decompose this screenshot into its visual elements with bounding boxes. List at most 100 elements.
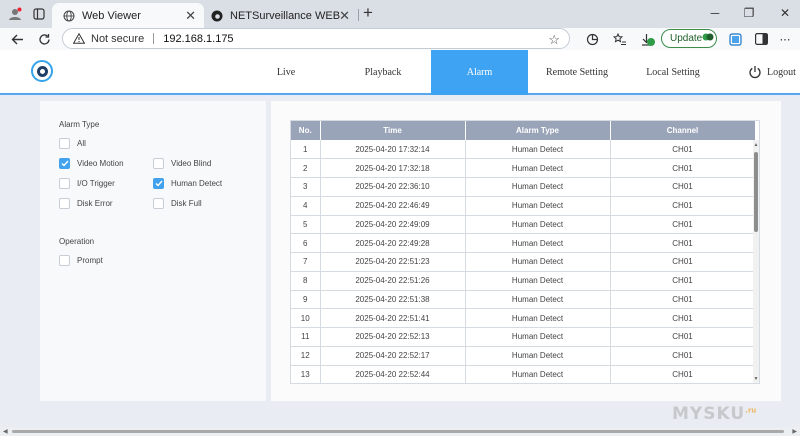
tab-separator (358, 9, 359, 21)
warning-icon[interactable] (73, 33, 85, 45)
cell-time: 2025-04-20 22:52:17 (320, 346, 466, 366)
alarm-type-title: Alarm Type (59, 120, 100, 129)
cell-alarm-type: Human Detect (465, 196, 611, 216)
checkbox-box[interactable] (59, 138, 70, 149)
minimize-icon[interactable]: ─ (702, 4, 728, 22)
cell-time: 2025-04-20 22:52:13 (320, 327, 466, 347)
table-row[interactable]: 4 2025-04-20 22:46:49 Human Detect CH01 (291, 196, 756, 216)
table-row[interactable]: 11 2025-04-20 22:52:13 Human Detect CH01 (291, 327, 756, 347)
checkbox-label: I/O Trigger (77, 179, 115, 188)
url-bar[interactable]: Not secure 192.168.1.175 ☆ (62, 28, 570, 49)
checkbox-box[interactable] (153, 158, 164, 169)
checkbox-box[interactable] (59, 255, 70, 266)
cell-channel: CH01 (610, 290, 756, 310)
cell-time: 2025-04-20 22:51:26 (320, 271, 466, 291)
checkbox-box[interactable] (59, 158, 70, 169)
checkbox-box[interactable] (153, 178, 164, 189)
table-row[interactable]: 10 2025-04-20 22:51:41 Human Detect CH01 (291, 308, 756, 328)
scroll-down-icon[interactable]: ▼ (753, 376, 759, 382)
tab-web-viewer[interactable]: Web Viewer ✕ (52, 3, 204, 28)
table-row[interactable]: 7 2025-04-20 22:51:23 Human Detect CH01 (291, 252, 756, 272)
close-window-icon[interactable]: ✕ (772, 4, 798, 22)
checkbox-disk-full[interactable]: Disk Full (153, 198, 202, 209)
more-menu-icon[interactable]: ⋯ (777, 31, 793, 47)
cell-channel: CH01 (610, 215, 756, 235)
new-tab-icon[interactable]: + (360, 4, 376, 21)
checkbox-human-detect[interactable]: Human Detect (153, 178, 222, 189)
checkbox-prompt[interactable]: Prompt (59, 255, 103, 266)
checkbox-box[interactable] (153, 198, 164, 209)
scroll-up-icon[interactable]: ▲ (753, 142, 759, 148)
alarm-log-panel: No. Time Alarm Type Channel 1 2025-04-20 … (271, 101, 781, 401)
nav-remote-setting[interactable]: Remote Setting (544, 50, 610, 95)
split-screen-icon[interactable] (753, 31, 769, 47)
scroll-left-icon[interactable]: ◀ (3, 428, 8, 435)
cell-no: 7 (291, 252, 321, 272)
tab-title: Web Viewer (82, 9, 141, 22)
nav-live[interactable]: Live (262, 50, 310, 95)
table-scrollbar[interactable]: ▲ ▼ (753, 140, 759, 383)
tab-netsurveillance[interactable]: NETSurveillance WEB ✕ (200, 3, 358, 28)
close-tab-icon[interactable]: ✕ (339, 8, 350, 24)
tab-title: NETSurveillance WEB (230, 9, 341, 22)
restore-icon[interactable]: ❐ (736, 4, 762, 22)
cell-no: 10 (291, 308, 321, 328)
alarm-table-container[interactable]: No. Time Alarm Type Channel 1 2025-04-20 … (290, 120, 760, 384)
cell-channel: CH01 (610, 365, 756, 383)
cell-alarm-type: Human Detect (465, 271, 611, 291)
table-row[interactable]: 9 2025-04-20 22:51:38 Human Detect CH01 (291, 290, 756, 310)
logout-button[interactable]: Logout (767, 50, 796, 95)
col-header-time: Time (320, 121, 466, 140)
checkbox-box[interactable] (59, 198, 70, 209)
cell-channel: CH01 (610, 346, 756, 366)
col-header-channel: Channel (610, 121, 756, 140)
scroll-thumb[interactable] (754, 152, 758, 232)
table-row[interactable]: 6 2025-04-20 22:49:28 Human Detect CH01 (291, 233, 756, 253)
checkbox-video-blind[interactable]: Video Blind (153, 158, 211, 169)
cell-time: 2025-04-20 22:46:49 (320, 196, 466, 216)
table-row[interactable]: 13 2025-04-20 22:52:44 Human Detect CH01 (291, 365, 756, 383)
edge-sidebar-icon[interactable] (727, 31, 743, 47)
url-text[interactable]: 192.168.1.175 (163, 33, 233, 45)
back-icon[interactable] (8, 30, 26, 48)
table-row[interactable]: 5 2025-04-20 22:49:09 Human Detect CH01 (291, 215, 756, 235)
globe-icon (62, 9, 76, 23)
checkbox-disk-error[interactable]: Disk Error (59, 198, 113, 209)
favorite-star-icon[interactable]: ☆ (548, 32, 560, 48)
cell-time: 2025-04-20 17:32:18 (320, 158, 466, 178)
reload-icon[interactable] (35, 30, 53, 48)
cell-time: 2025-04-20 22:51:23 (320, 252, 466, 272)
scroll-thumb[interactable] (12, 430, 784, 433)
favorites-icon[interactable] (612, 31, 628, 47)
cell-no: 4 (291, 196, 321, 216)
checkbox-box[interactable] (59, 178, 70, 189)
checkbox-io-trigger[interactable]: I/O Trigger (59, 178, 115, 189)
security-label[interactable]: Not secure (91, 33, 144, 45)
nav-playback[interactable]: Playback (355, 50, 411, 95)
cell-time: 2025-04-20 22:51:38 (320, 290, 466, 310)
tab-actions-icon[interactable] (30, 5, 48, 23)
cell-time: 2025-04-20 17:32:14 (320, 140, 466, 160)
watermark-logo: MYSKU.ru (672, 404, 756, 424)
update-button[interactable]: Update (661, 29, 717, 48)
table-row[interactable]: 3 2025-04-20 22:36:10 Human Detect CH01 (291, 177, 756, 197)
alarm-table: No. Time Alarm Type Channel 1 2025-04-20 … (291, 121, 756, 383)
checkbox-all[interactable]: All (59, 138, 86, 149)
nav-alarm[interactable]: Alarm (431, 50, 528, 95)
cell-no: 1 (291, 140, 321, 160)
power-icon[interactable] (748, 65, 762, 79)
scroll-right-icon[interactable]: ▶ (792, 428, 797, 435)
nav-local-setting[interactable]: Local Setting (643, 50, 703, 95)
close-tab-icon[interactable]: ✕ (185, 8, 196, 24)
page-horizontal-scrollbar[interactable]: ◀ ▶ (0, 427, 800, 436)
table-row[interactable]: 8 2025-04-20 22:51:26 Human Detect CH01 (291, 271, 756, 291)
table-row[interactable]: 12 2025-04-20 22:52:17 Human Detect CH01 (291, 346, 756, 366)
table-row[interactable]: 2 2025-04-20 17:32:18 Human Detect CH01 (291, 158, 756, 178)
extension-icon[interactable] (584, 31, 600, 47)
checkbox-label: All (77, 139, 86, 148)
profile-icon[interactable] (6, 5, 24, 23)
checkbox-video-motion[interactable]: Video Motion (59, 158, 124, 169)
cell-no: 3 (291, 177, 321, 197)
table-row[interactable]: 1 2025-04-20 17:32:14 Human Detect CH01 (291, 140, 756, 160)
cell-channel: CH01 (610, 308, 756, 328)
